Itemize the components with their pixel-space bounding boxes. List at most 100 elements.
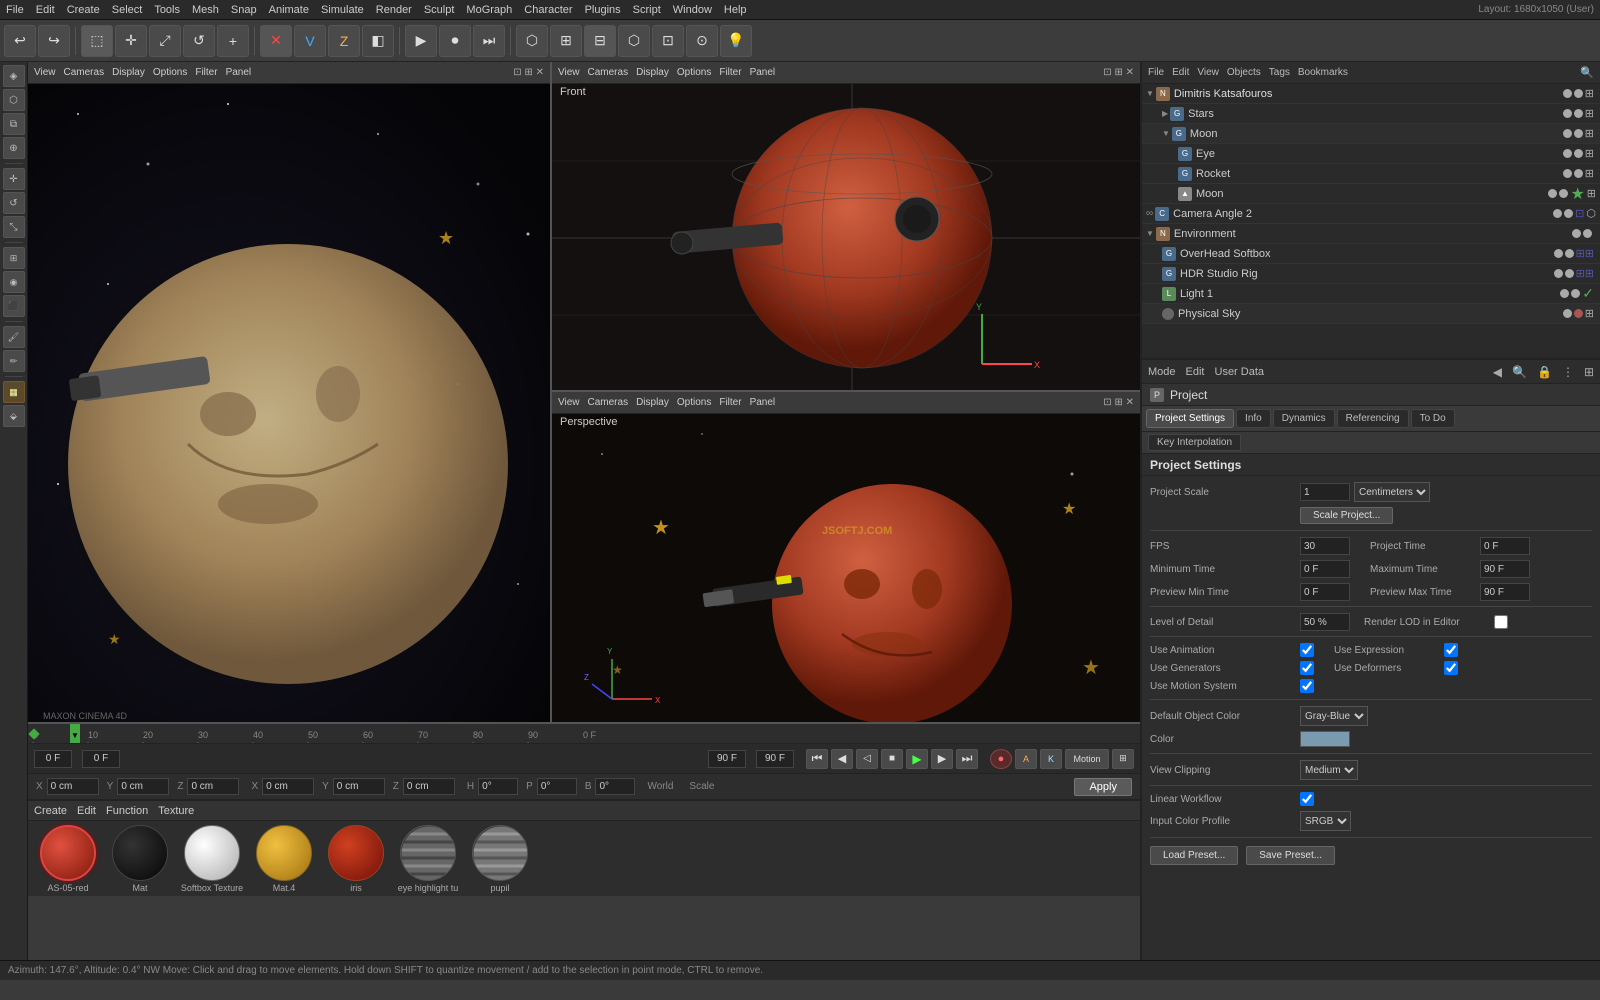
tc-record[interactable]: ● <box>990 749 1012 769</box>
om-dot2-1[interactable] <box>1574 89 1583 98</box>
om-dot2-eye[interactable] <box>1574 149 1583 158</box>
menu-animate[interactable]: Animate <box>269 4 309 16</box>
next-frame[interactable]: ⏭ <box>473 25 505 57</box>
om-expand-env[interactable]: ▼ <box>1146 229 1154 238</box>
vp-panel-btn[interactable]: Panel <box>750 397 776 408</box>
om-dot1-camera[interactable] <box>1553 209 1562 218</box>
cb-use-def[interactable] <box>1444 661 1458 675</box>
coord-y2-field[interactable] <box>333 778 385 795</box>
vf-panel[interactable]: Panel <box>750 67 776 78</box>
vp-display-btn[interactable]: Display <box>112 67 145 78</box>
om-dot1-stars[interactable] <box>1563 109 1572 118</box>
menu-create[interactable]: Create <box>67 4 100 16</box>
menu-simulate[interactable]: Simulate <box>321 4 364 16</box>
subtab-key-interp[interactable]: Key Interpolation <box>1148 434 1241 451</box>
menu-tools[interactable]: Tools <box>154 4 180 16</box>
menu-script[interactable]: Script <box>633 4 661 16</box>
field-min-time[interactable] <box>1300 560 1350 578</box>
lt-new[interactable]: ◈ <box>3 65 25 87</box>
om-dot1-light1[interactable] <box>1560 289 1569 298</box>
tc-next-frame[interactable]: ▶ <box>931 749 953 769</box>
z-btn[interactable]: Z <box>328 25 360 57</box>
om-dot1-rocket[interactable] <box>1563 169 1572 178</box>
vp-display-btn[interactable]: Display <box>636 397 669 408</box>
add-tool[interactable]: + <box>217 25 249 57</box>
om-dot2-rocket[interactable] <box>1574 169 1583 178</box>
vf-display[interactable]: Display <box>636 67 669 78</box>
mat-edit[interactable]: Edit <box>77 805 96 817</box>
tc-motion[interactable]: Motion <box>1065 749 1109 769</box>
cb-use-motion[interactable] <box>1300 679 1314 693</box>
select-view-clip[interactable]: Medium <box>1300 760 1358 780</box>
om-dot2-env[interactable] <box>1583 229 1592 238</box>
om-expand-1[interactable]: ▼ <box>1146 89 1154 98</box>
om-view[interactable]: View <box>1197 67 1219 78</box>
viewport-main[interactable]: View Cameras Display Options Filter Pane… <box>28 62 552 722</box>
tc-play[interactable]: ▶ <box>906 749 928 769</box>
user-data-label[interactable]: User Data <box>1215 366 1265 378</box>
vp-cameras-btn[interactable]: Cameras <box>588 397 629 408</box>
om-item-eye[interactable]: G Eye ⊞ <box>1142 144 1600 164</box>
mode-label[interactable]: Mode <box>1148 366 1176 378</box>
save-preset-button[interactable]: Save Preset... <box>1246 846 1335 865</box>
mat-item-3[interactable]: Softbox Texture <box>178 825 246 893</box>
lt-paint[interactable]: ✏ <box>3 350 25 372</box>
persp-btn[interactable]: ⬡ <box>516 25 548 57</box>
mat-item-1[interactable]: AS-05-red <box>34 825 102 893</box>
lt-snap[interactable]: ⊞ <box>3 247 25 269</box>
lt-point[interactable]: ⊕ <box>3 137 25 159</box>
rotate-tool[interactable]: ↺ <box>183 25 215 57</box>
field-fps[interactable] <box>1300 537 1350 555</box>
attr-more[interactable]: ⋮ <box>1562 365 1574 379</box>
tc-to-end[interactable]: ⏭ <box>956 749 978 769</box>
ruler-area[interactable]: 0 10 20 30 40 50 60 70 80 90 0 F <box>28 724 1140 743</box>
select-scale-unit[interactable]: Centimeters <box>1354 482 1430 502</box>
vp-options-btn[interactable]: Options <box>677 397 711 408</box>
record-btn[interactable]: ⏺ <box>439 25 471 57</box>
tc-extra[interactable]: ⊞ <box>1112 749 1134 769</box>
mat-function[interactable]: Function <box>106 805 148 817</box>
mat-texture[interactable]: Texture <box>158 805 194 817</box>
om-dot2-stars[interactable] <box>1574 109 1583 118</box>
om-dot2-camera[interactable] <box>1564 209 1573 218</box>
menu-mograph[interactable]: MoGraph <box>466 4 512 16</box>
mat-item-4[interactable]: Mat.4 <box>250 825 318 893</box>
om-item-moon-mat[interactable]: ▲ Moon ★ ⊞ <box>1142 184 1600 204</box>
x-btn[interactable]: ✕ <box>260 25 292 57</box>
mat-item-6[interactable]: eye highlight tu <box>394 825 462 893</box>
coord-x2-field[interactable] <box>262 778 314 795</box>
top-btn[interactable]: ⊞ <box>550 25 582 57</box>
vp-panel-btn[interactable]: Panel <box>226 67 252 78</box>
frame-fps-field[interactable] <box>756 750 794 768</box>
lt-move[interactable]: ✛ <box>3 168 25 190</box>
coord-h-field[interactable] <box>478 778 518 795</box>
viewport-front[interactable]: View Cameras Display Options Filter Pane… <box>552 62 1140 392</box>
om-dot2-light1[interactable] <box>1571 289 1580 298</box>
vf-filter[interactable]: Filter <box>719 67 741 78</box>
menu-file[interactable]: File <box>6 4 24 16</box>
field-project-scale[interactable] <box>1300 483 1350 501</box>
menu-select[interactable]: Select <box>112 4 143 16</box>
lt-render[interactable]: ▦ <box>3 381 25 403</box>
lt-rotate[interactable]: ↺ <box>3 192 25 214</box>
om-dot2-hdr[interactable] <box>1565 269 1574 278</box>
om-dot1-moon[interactable] <box>1563 129 1572 138</box>
om-objects[interactable]: Objects <box>1227 67 1261 78</box>
lt-morph[interactable]: ⬙ <box>3 405 25 427</box>
tc-auto[interactable]: A <box>1015 749 1037 769</box>
scale-project-button[interactable]: Scale Project... <box>1300 507 1393 524</box>
attr-dots[interactable]: ⊞ <box>1584 365 1594 379</box>
lt-mat[interactable]: ◉ <box>3 271 25 293</box>
menu-mesh[interactable]: Mesh <box>192 4 219 16</box>
coord-y-field[interactable] <box>117 778 169 795</box>
menu-help[interactable]: Help <box>724 4 747 16</box>
vf-view[interactable]: View <box>558 67 580 78</box>
lt-poly[interactable]: ⬡ <box>3 89 25 111</box>
field-lod[interactable] <box>1300 613 1350 631</box>
om-search-icon[interactable]: 🔍 <box>1580 66 1594 79</box>
om-dot1-sky[interactable] <box>1563 309 1572 318</box>
lt-scale[interactable]: ⤡ <box>3 216 25 238</box>
lt-tex[interactable]: ⬛ <box>3 295 25 317</box>
tc-key[interactable]: K <box>1040 749 1062 769</box>
frame-end-field[interactable] <box>708 750 746 768</box>
